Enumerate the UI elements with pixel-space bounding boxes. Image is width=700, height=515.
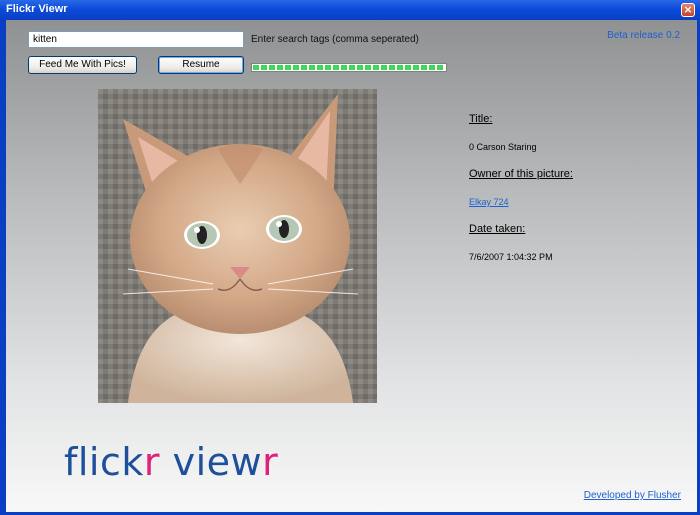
logo-text-2: r xyxy=(143,440,161,484)
feed-me-button[interactable]: Feed Me With Pics! xyxy=(28,56,137,74)
title-bar[interactable]: Flickr Viewr × xyxy=(0,0,700,20)
close-icon[interactable]: × xyxy=(681,3,695,17)
progress-bar xyxy=(251,63,447,72)
progress-fill xyxy=(253,65,445,70)
logo-text-4: r xyxy=(262,440,279,484)
owner-label: Owner of this picture: xyxy=(469,168,573,180)
search-hint: Enter search tags (comma seperated) xyxy=(251,34,419,45)
window-title: Flickr Viewr xyxy=(6,3,68,15)
version-label: Beta release 0.2 xyxy=(607,30,680,41)
title-label: Title: xyxy=(469,113,493,125)
search-input[interactable] xyxy=(28,31,244,48)
resume-button[interactable]: Resume xyxy=(158,56,244,74)
developer-link[interactable]: Developed by Flusher xyxy=(584,490,681,501)
title-value: 0 Carson Staring xyxy=(469,142,537,152)
date-label: Date taken: xyxy=(469,223,526,235)
flickr-viewr-logo: flickr viewr xyxy=(64,440,278,484)
logo-text-1: flick xyxy=(64,440,144,484)
logo-text-3: view xyxy=(160,440,263,484)
kitten-photo xyxy=(98,89,377,403)
client-area: Enter search tags (comma seperated) Beta… xyxy=(6,20,697,512)
kitten-image xyxy=(98,89,377,403)
date-value: 7/6/2007 1:04:32 PM xyxy=(469,252,553,262)
app-window: Flickr Viewr × Enter search tags (comma … xyxy=(0,0,700,515)
owner-link[interactable]: Elkay 724 xyxy=(469,197,509,207)
